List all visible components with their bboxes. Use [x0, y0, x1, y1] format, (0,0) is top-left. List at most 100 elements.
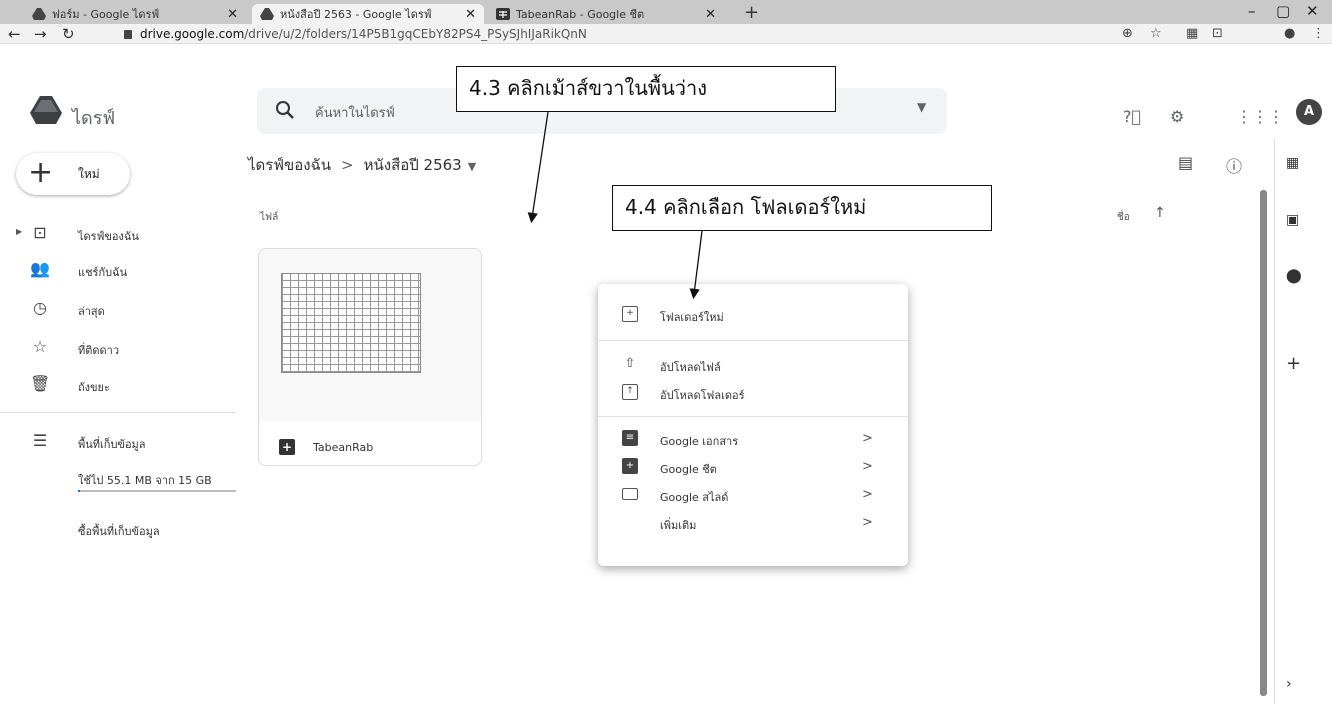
back-icon[interactable]: ← — [8, 24, 21, 44]
reload-icon[interactable]: ↻ — [62, 24, 75, 44]
add-addon-icon[interactable]: + — [1286, 353, 1301, 374]
expand-arrow-icon[interactable]: ▶ — [16, 227, 22, 236]
file-card[interactable]: + TabeanRab — [258, 248, 482, 466]
menu-item-label: Google สไลด์ — [660, 491, 729, 504]
side-panel-divider — [1274, 138, 1275, 704]
sort-direction-icon[interactable]: ↑ — [1154, 205, 1166, 221]
bookmark-star-icon[interactable]: ☆ — [1150, 26, 1162, 41]
annotation-step-3: 4.3 คลิกเม้าส์ขวาในพื้นว่าง — [456, 66, 836, 112]
scrollbar[interactable] — [1260, 190, 1267, 696]
sidebar-divider — [0, 412, 236, 413]
sidebar-item-label: ล่าสุด — [78, 305, 105, 318]
menu-item-new-folder[interactable]: + โฟลเดอร์ใหม่ — [598, 302, 908, 328]
breadcrumb-root[interactable]: ไดรฟ์ของฉัน — [248, 156, 331, 174]
menu-item-upload-file[interactable]: ⇧ อัปโหลดไฟล์ — [598, 352, 908, 378]
search-options-icon[interactable]: ▼ — [917, 100, 926, 114]
plus-icon: + — [28, 155, 54, 190]
extension-icon[interactable]: ▦ — [1186, 26, 1198, 41]
submenu-arrow-icon: > — [862, 515, 873, 530]
collapse-panel-icon[interactable]: › — [1286, 676, 1292, 692]
menu-item-more[interactable]: เพิ่มเติม > — [598, 510, 908, 536]
avatar[interactable]: A — [1296, 99, 1322, 125]
close-icon[interactable]: ✕ — [227, 7, 238, 22]
sidebar-item-label: พื้นที่เก็บข้อมูล — [78, 438, 146, 451]
google-sheets-icon — [496, 8, 510, 20]
buy-storage-link[interactable]: ซื้อพื้นที่เก็บข้อมูล — [78, 522, 160, 540]
menu-item-label: เพิ่มเติม — [660, 519, 697, 532]
star-icon: ☆ — [32, 337, 48, 356]
browser-menu-icon[interactable]: ⋮ — [1312, 26, 1325, 41]
sort-by-label[interactable]: ชื่อ — [1117, 210, 1130, 225]
spreadsheet-preview — [281, 273, 421, 373]
settings-gear-icon[interactable]: ⚙ — [1170, 107, 1184, 126]
keep-icon[interactable]: ▣ — [1286, 212, 1299, 228]
calendar-icon[interactable]: ▦ — [1286, 155, 1299, 171]
submenu-arrow-icon: > — [862, 431, 873, 446]
shared-icon: 👥 — [30, 259, 50, 278]
search-icon[interactable] — [275, 100, 295, 120]
annotation-step-4: 4.4 คลิกเลือก โฟลเดอร์ใหม่ — [612, 185, 992, 231]
menu-item-google-slides[interactable]: Google สไลด์ > — [598, 482, 908, 508]
new-button[interactable]: + ใหม่ — [16, 153, 130, 195]
menu-item-upload-folder[interactable]: ↑ อัปโหลดโฟลเดอร์ — [598, 380, 908, 406]
files-section-label: ไฟล์ — [260, 212, 279, 223]
sidebar-item-my-drive[interactable]: ▶ ⊡ ไดรฟ์ของฉัน — [0, 222, 236, 246]
apps-grid-icon[interactable]: ⋮⋮⋮ — [1236, 107, 1284, 126]
google-sheets-icon: + — [622, 458, 638, 474]
window-close-icon[interactable]: ✕ — [1306, 2, 1319, 20]
browser-tab-2[interactable]: หนังสือปี 2563 - Google ไดรฟ์ ✕ — [252, 4, 484, 24]
browser-tab-3[interactable]: TabeanRab - Google ชีต ✕ — [488, 4, 724, 24]
submenu-arrow-icon: > — [862, 459, 873, 474]
menu-item-google-docs[interactable]: ≡ Google เอกสาร > — [598, 426, 908, 452]
google-drive-icon — [260, 8, 274, 20]
maximize-icon[interactable]: ▢ — [1276, 2, 1290, 20]
breadcrumb-current[interactable]: หนังสือปี 2563 — [364, 156, 462, 174]
browser-toolbar: ← → ↻ drive.google.com/drive/u/2/folders… — [0, 24, 1332, 44]
close-icon[interactable]: ✕ — [465, 7, 476, 22]
profile-icon[interactable]: ● — [1284, 26, 1295, 41]
browser-tab-2-title: หนังสือปี 2563 - Google ไดรฟ์ — [280, 8, 432, 21]
folder-upload-icon: ↑ — [622, 384, 638, 400]
forward-icon[interactable]: → — [34, 24, 47, 44]
pocket-icon[interactable]: ⊡ — [1212, 26, 1223, 41]
address-bar[interactable]: drive.google.com/drive/u/2/folders/14P5B… — [110, 26, 1150, 43]
browser-tab-1[interactable]: ฟอร์ม - Google ไดรฟ์ ✕ — [24, 4, 246, 24]
lock-icon — [124, 30, 132, 39]
sidebar-item-label: ไดรฟ์ของฉัน — [78, 230, 139, 243]
sidebar-item-shared[interactable]: 👥 แชร์กับฉัน — [0, 258, 236, 282]
storage-icon: ☰ — [32, 431, 48, 450]
file-upload-icon: ⇧ — [624, 356, 636, 371]
info-icon[interactable]: ⓘ — [1226, 153, 1242, 177]
menu-item-google-sheets[interactable]: + Google ชีต > — [598, 454, 908, 480]
close-icon[interactable]: ✕ — [705, 7, 716, 22]
menu-item-label: Google เอกสาร — [660, 435, 739, 448]
submenu-arrow-icon: > — [862, 487, 873, 502]
sidebar-item-recent[interactable]: ◷ ล่าสุด — [0, 297, 236, 321]
new-folder-icon: + — [622, 306, 638, 322]
new-button-label: ใหม่ — [78, 167, 100, 181]
google-sheets-icon: + — [279, 439, 295, 455]
search-input[interactable]: ค้นหาในไดรฟ์ — [315, 102, 395, 123]
storage-progress-bar — [78, 490, 236, 492]
help-icon[interactable]: ?⃝ — [1123, 107, 1141, 126]
minimize-icon[interactable]: – — [1248, 2, 1256, 20]
url-host: drive.google.com — [140, 27, 245, 41]
tasks-icon[interactable]: ⬤ — [1286, 268, 1302, 284]
folder-menu-icon[interactable]: ▼ — [468, 160, 476, 173]
sidebar-item-trash[interactable]: 🗑 ถังขยะ — [0, 373, 236, 397]
drive-logo-icon[interactable] — [30, 96, 62, 124]
menu-divider — [598, 416, 908, 417]
menu-item-label: อัปโหลดโฟลเดอร์ — [660, 389, 745, 402]
breadcrumb: ไดรฟ์ของฉัน > หนังสือปี 2563 ▼ — [248, 153, 476, 177]
google-slides-icon — [622, 488, 638, 500]
list-view-icon[interactable]: ▤ — [1178, 153, 1193, 172]
url-path: /drive/u/2/folders/14P5B1gqCEbY82PS4_PSy… — [244, 27, 587, 41]
new-tab-button[interactable]: + — [744, 2, 759, 23]
sidebar-item-starred[interactable]: ☆ ที่ติดดาว — [0, 336, 236, 360]
browser-tab-3-title: TabeanRab - Google ชีต — [516, 8, 645, 21]
storage-progress-fill — [78, 490, 80, 492]
file-name: TabeanRab — [313, 441, 374, 454]
sidebar-item-storage[interactable]: ☰ พื้นที่เก็บข้อมูล — [0, 430, 236, 454]
install-icon[interactable]: ⊕ — [1122, 26, 1133, 41]
menu-divider — [598, 340, 908, 341]
